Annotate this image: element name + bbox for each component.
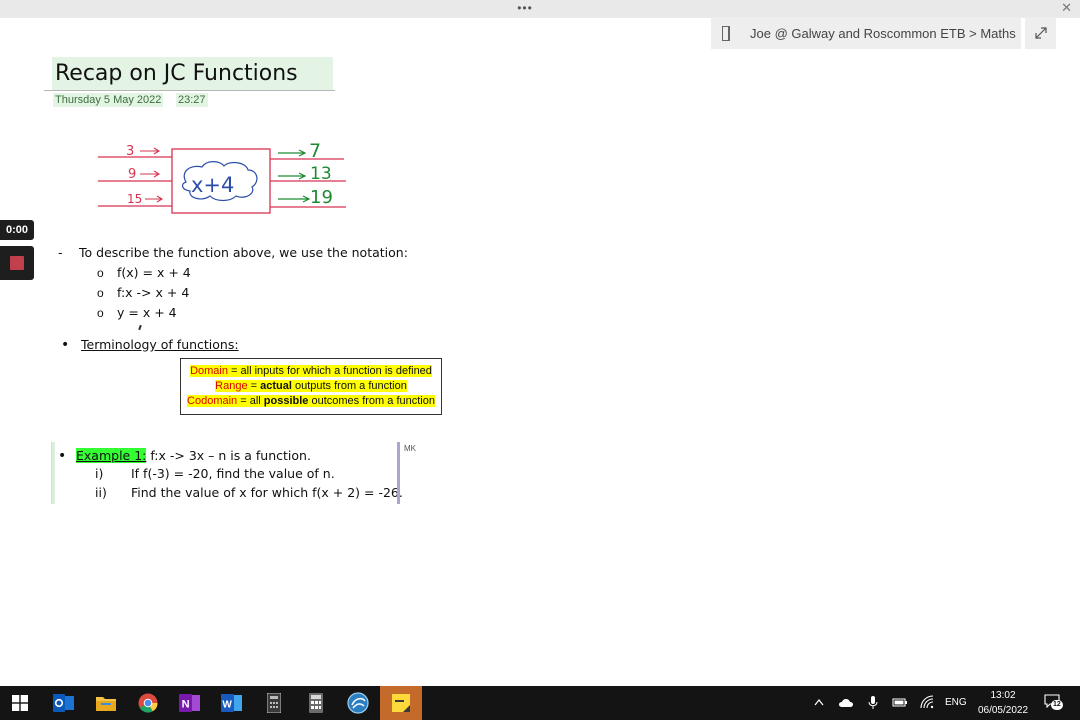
notation-item[interactable]: f(x) = x + 4 [117, 265, 191, 280]
language-indicator[interactable]: ENG [945, 697, 967, 708]
svg-text:W: W [222, 700, 232, 711]
taskbar-calculator-dark[interactable] [254, 686, 294, 720]
onenote-icon: N [179, 694, 200, 712]
word-icon: W [221, 694, 242, 712]
page-time: 23:27 [176, 93, 208, 107]
domain-term: Domain [190, 365, 228, 377]
example-statement[interactable]: Example 1: f:x -> 3x – n is a function. [76, 448, 311, 463]
output-value: 7 [309, 140, 321, 162]
chrome-icon [138, 693, 158, 713]
taskbar-onenote[interactable]: N [170, 686, 210, 720]
taskbar-outlook[interactable] [44, 686, 84, 720]
notebook-path: Joe @ Galway and Roscommon ETB > Maths [750, 25, 1016, 41]
part-text[interactable]: If f(-3) = -20, find the value of n. [131, 466, 335, 481]
windows-logo-icon [12, 695, 28, 711]
sub-bullet: o [97, 286, 104, 300]
folder-icon [96, 697, 116, 711]
svg-text:N: N [182, 699, 190, 711]
calculator-icon [309, 693, 323, 713]
author-indicator-bar [397, 442, 400, 504]
ink-mark [138, 324, 142, 331]
terminology-heading[interactable]: Terminology of functions: [81, 337, 239, 352]
function-machine-diagram: 3 9 15 x+4 7 13 19 [98, 140, 346, 214]
notification-count: 12 [1051, 700, 1063, 710]
clock-date[interactable]: 06/05/2022 [972, 705, 1034, 716]
taskbar-connect[interactable] [338, 686, 378, 720]
notification-center-button[interactable]: 12 [1044, 694, 1064, 712]
domain-definition: Domain = all inputs for which a function… [190, 365, 432, 377]
range-definition: Range = actual outputs from a function [215, 380, 407, 392]
close-icon[interactable]: ✕ [1061, 0, 1072, 16]
sticky-notes-icon [392, 694, 410, 712]
example-label: Example 1: [76, 448, 147, 463]
fullscreen-button[interactable] [1025, 17, 1056, 49]
notation-item[interactable]: y = x + 4 [117, 305, 177, 320]
stop-recording-button[interactable] [0, 246, 34, 280]
taskbar-word[interactable]: W [212, 686, 252, 720]
codomain-definition: Codomain = all possible outcomes from a … [187, 395, 435, 407]
function-rule: x+4 [191, 173, 234, 197]
input-value: 9 [128, 167, 136, 182]
output-value: 13 [310, 164, 332, 184]
input-value: 15 [127, 192, 142, 206]
window-title-bar: ••• ✕ [0, 0, 1080, 18]
example-text: f:x -> 3x – n is a function. [146, 448, 311, 463]
windows-start-button[interactable] [0, 686, 40, 720]
taskbar-calculator[interactable] [296, 686, 336, 720]
taskbar: N W ENG 13:02 06/05/2022 12 [0, 686, 1080, 720]
example-highlight-edge [52, 442, 55, 504]
notebook-icon [722, 25, 730, 41]
range-term: Range [215, 380, 248, 392]
calculator-icon [267, 693, 281, 713]
definitions-box[interactable]: Domain = all inputs for which a function… [180, 358, 442, 415]
input-arrows [140, 147, 164, 203]
author-initials: MK [404, 444, 416, 453]
part-label: i) [95, 466, 104, 481]
part-text[interactable]: Find the value of x for which f(x + 2) =… [131, 485, 403, 500]
title-underline [44, 90, 335, 91]
wifi-icon[interactable] [920, 695, 934, 709]
input-value: 3 [126, 144, 134, 159]
drag-handle[interactable]: ••• [510, 1, 540, 15]
taskbar-file-explorer[interactable] [86, 686, 126, 720]
output-value: 19 [310, 187, 333, 208]
part-label: ii) [95, 485, 107, 500]
sub-bullet: o [97, 306, 104, 320]
notation-item[interactable]: f:x -> x + 4 [117, 285, 189, 300]
expand-icon [1034, 27, 1047, 39]
taskbar-sticky-notes[interactable] [380, 686, 422, 720]
chevron-up-icon[interactable] [814, 698, 824, 706]
recording-timer: 0:00 [0, 220, 34, 240]
microphone-icon[interactable] [868, 695, 878, 710]
page-date: Thursday 5 May 2022 [53, 93, 164, 107]
outlook-icon [53, 694, 74, 712]
stop-icon [10, 256, 24, 270]
dash-bullet: - [58, 245, 63, 260]
notation-intro-text[interactable]: To describe the function above, we use t… [79, 245, 408, 260]
notebook-switcher[interactable]: Joe @ Galway and Roscommon ETB > Maths [711, 17, 1021, 49]
output-arrows [278, 149, 311, 203]
onedrive-cloud-icon[interactable] [838, 697, 854, 708]
codomain-term: Codomain [187, 395, 238, 407]
sub-bullet: o [97, 266, 104, 280]
taskbar-chrome[interactable] [128, 686, 168, 720]
bullet: • [58, 448, 67, 464]
connect-app-icon [347, 692, 369, 714]
clock-time[interactable]: 13:02 [986, 690, 1020, 701]
bullet: • [61, 337, 70, 353]
page-title[interactable]: Recap on JC Functions [52, 57, 333, 90]
battery-icon[interactable] [892, 697, 908, 708]
